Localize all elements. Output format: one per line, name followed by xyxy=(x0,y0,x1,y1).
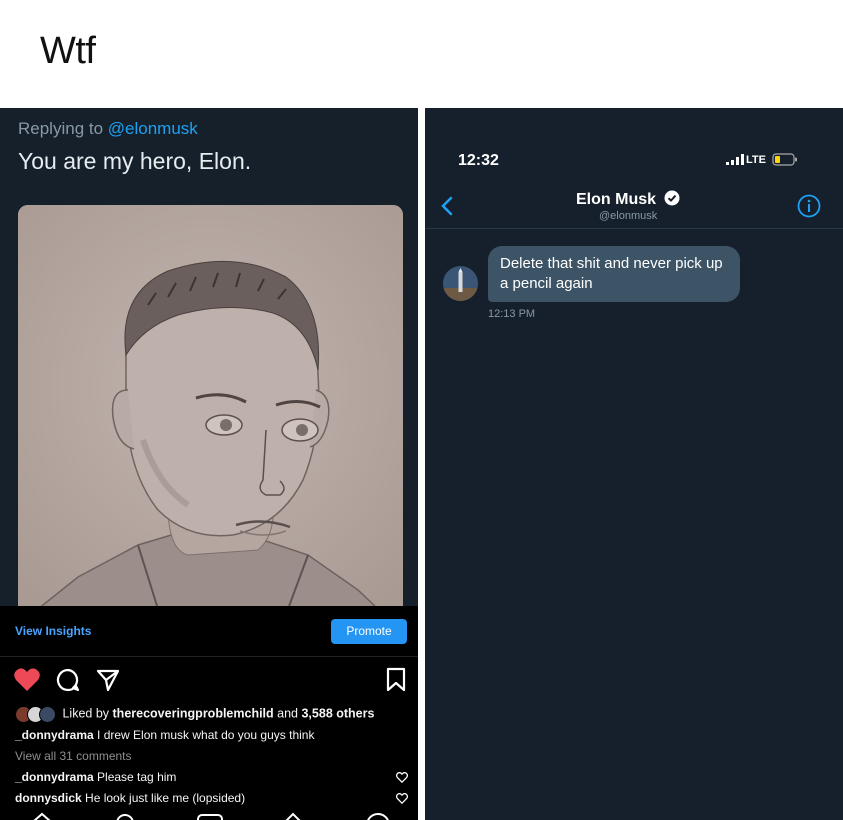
likes-and: and xyxy=(273,706,302,721)
back-chevron-icon[interactable] xyxy=(441,196,453,216)
left-screenshot: Replying to @elonmusk You are my hero, E… xyxy=(0,108,418,820)
reels-icon xyxy=(197,814,223,820)
liker-avatars xyxy=(15,706,59,723)
home-icon xyxy=(33,812,51,820)
comment-row: donnysdick He look just like me (lopside… xyxy=(15,791,415,805)
share-icon[interactable] xyxy=(95,667,121,693)
view-insights-link[interactable]: View Insights xyxy=(15,624,91,638)
view-all-comments-link[interactable]: View all 31 comments xyxy=(15,749,132,763)
contact-name-text: Elon Musk xyxy=(576,191,657,208)
comment-text: Please tag him xyxy=(93,770,177,784)
replying-handle-link[interactable]: @elonmusk xyxy=(108,119,198,138)
comment-like-heart-icon[interactable] xyxy=(396,772,408,783)
status-time: 12:32 xyxy=(458,152,499,169)
comment-username[interactable]: _donnydrama xyxy=(15,770,94,784)
comment-like-heart-icon[interactable] xyxy=(396,793,408,804)
heart-filled-icon[interactable] xyxy=(13,667,41,693)
verified-badge-icon xyxy=(664,190,680,206)
search-icon xyxy=(116,814,134,820)
profile-icon xyxy=(367,813,389,820)
contact-avatar[interactable] xyxy=(443,266,478,301)
likes-count[interactable]: 3,588 others xyxy=(301,706,374,720)
tweet-reply: Replying to @elonmusk You are my hero, E… xyxy=(0,108,418,609)
likes-row: Liked by therecoveringproblemchild and 3… xyxy=(15,706,415,724)
right-screenshot: 12:32 LTE Elon Musk @elonmusk Delete tha… xyxy=(425,108,843,820)
comment-icon[interactable] xyxy=(55,667,81,693)
replying-prefix: Replying to xyxy=(18,119,108,138)
liker-username[interactable]: therecoveringproblemchild xyxy=(113,706,274,720)
info-icon[interactable] xyxy=(797,194,821,218)
reply-text: You are my hero, Elon. xyxy=(18,148,252,174)
caption-username[interactable]: _donnydrama xyxy=(15,728,94,742)
likes-prefix: Liked by xyxy=(62,706,113,721)
shop-icon xyxy=(285,812,301,820)
pencil-drawing-image xyxy=(18,205,403,609)
battery-icon xyxy=(772,153,797,166)
comment-text: He look just like me (lopsided) xyxy=(81,791,246,805)
dm-header: Elon Musk @elonmusk xyxy=(425,178,843,229)
meme-caption: Wtf xyxy=(40,30,96,72)
promote-button[interactable]: Promote xyxy=(331,619,407,644)
comment-row: _donnydrama Please tag him xyxy=(15,770,415,784)
network-label: LTE xyxy=(746,154,766,166)
replying-to-line: Replying to @elonmusk xyxy=(18,119,198,139)
comment-username[interactable]: donnysdick xyxy=(15,791,82,805)
message-bubble[interactable]: Delete that shit and never pick up a pen… xyxy=(488,246,740,302)
post-caption: _donnydrama I drew Elon musk what do you… xyxy=(15,728,314,742)
contact-name[interactable]: Elon Musk xyxy=(576,190,680,209)
save-bookmark-icon[interactable] xyxy=(385,667,407,693)
signal-icon xyxy=(726,154,744,165)
post-actions-row xyxy=(0,663,418,699)
contact-handle: @elonmusk xyxy=(599,210,658,222)
message-text: Delete that shit and never pick up a pen… xyxy=(500,255,723,292)
caption-text: I drew Elon musk what do you guys think xyxy=(93,728,315,742)
bottom-nav xyxy=(0,808,418,820)
insights-bar: View Insights Promote xyxy=(0,606,418,657)
message-timestamp: 12:13 PM xyxy=(488,308,536,320)
